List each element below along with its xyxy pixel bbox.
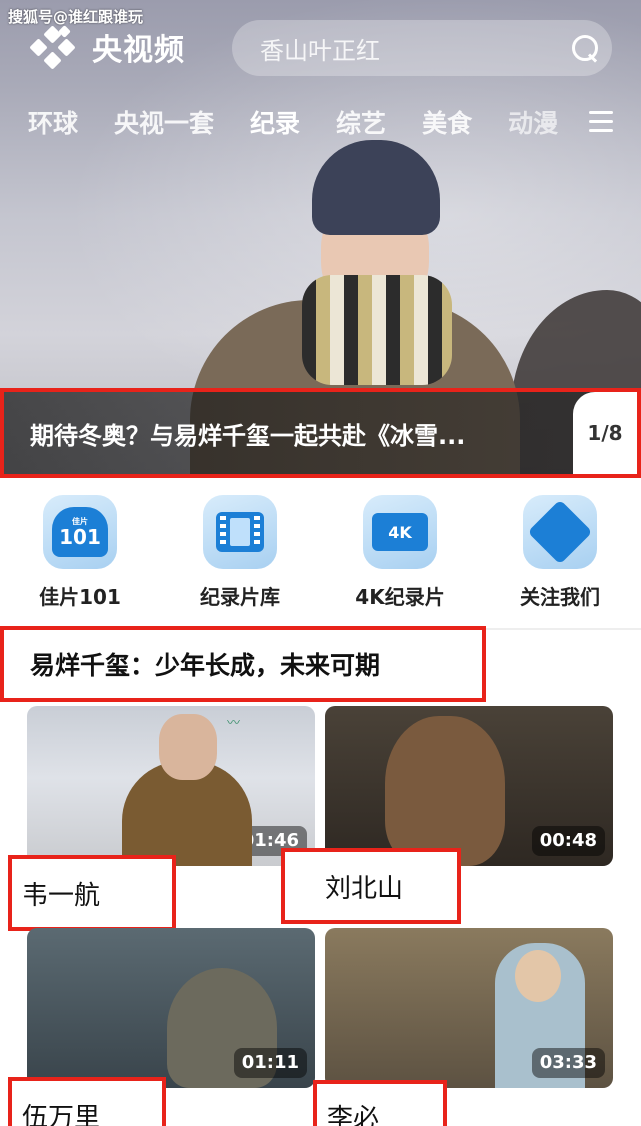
search-input[interactable]: 香山叶正红 <box>260 31 556 66</box>
video-card-3[interactable]: 01:11 <box>27 928 315 1088</box>
video-title-1[interactable]: 韦一航 <box>8 855 176 931</box>
follow-us-icon <box>523 495 597 569</box>
quick-entry-label: 纪录片库 <box>200 585 280 609</box>
search-bar[interactable]: 香山叶正红 <box>232 20 612 76</box>
quick-entry-row: 佳片 101 佳片101 纪录片库 4K 4K纪录片 关注我们 <box>0 495 641 615</box>
video-card-1[interactable]: 〰 01:46 <box>27 706 315 866</box>
quick-entry-film-library[interactable]: 纪录片库 <box>160 495 320 615</box>
video-title-3[interactable]: 伍万里 <box>8 1077 166 1126</box>
quick-entry-label: 佳片101 <box>39 585 121 609</box>
thumb-decoration: 〰 <box>227 716 241 731</box>
quick-entry-jiapian101[interactable]: 佳片 101 佳片101 <box>0 495 160 615</box>
cctv-logo-icon <box>26 24 82 70</box>
section-title: 易烊千玺：少年长成，未来可期 <box>0 626 486 702</box>
app-logo[interactable]: 央视频 <box>26 24 196 70</box>
video-title-2[interactable]: 刘北山 <box>281 848 461 924</box>
tab-food[interactable]: 美食 <box>422 104 472 144</box>
4k-documentary-icon: 4K <box>363 495 437 569</box>
quick-entry-label: 关注我们 <box>520 585 600 609</box>
banner-caption[interactable]: 期待冬奥？与易烊千玺一起共赴《冰雪... 1/8 <box>0 388 641 478</box>
jiapian-101-icon: 佳片 101 <box>43 495 117 569</box>
video-duration: 00:48 <box>531 826 605 856</box>
video-duration: 01:11 <box>233 1048 307 1078</box>
tab-global[interactable]: 环球 <box>28 104 78 144</box>
video-title-4[interactable]: 李必 <box>313 1080 447 1126</box>
tab-documentary[interactable]: 纪录 <box>250 104 300 144</box>
banner-title: 期待冬奥？与易烊千玺一起共赴《冰雪... <box>30 421 466 450</box>
quick-entry-label: 4K纪录片 <box>355 585 445 609</box>
channel-tabs: 环球 央视一套 纪录 综艺 美食 动漫 <box>28 104 594 144</box>
menu-icon[interactable] <box>589 111 613 133</box>
video-duration: 03:33 <box>531 1048 605 1078</box>
app-name: 央视频 <box>92 33 185 68</box>
search-icon[interactable] <box>556 20 612 76</box>
hero-banner[interactable]: 搜狐号@谁红跟谁玩 央视频 香山叶正红 环球 央视一套 纪录 综艺 美食 动漫 … <box>0 0 641 478</box>
quick-entry-follow-us[interactable]: 关注我们 <box>480 495 640 615</box>
tab-animation[interactable]: 动漫 <box>508 104 558 144</box>
banner-pager: 1/8 <box>573 392 637 474</box>
video-card-4[interactable]: 03:33 <box>325 928 613 1088</box>
tab-variety[interactable]: 综艺 <box>336 104 386 144</box>
tab-cctv1[interactable]: 央视一套 <box>114 104 214 144</box>
quick-entry-4k[interactable]: 4K 4K纪录片 <box>320 495 480 615</box>
film-library-icon <box>203 495 277 569</box>
video-card-2[interactable]: 00:48 <box>325 706 613 866</box>
